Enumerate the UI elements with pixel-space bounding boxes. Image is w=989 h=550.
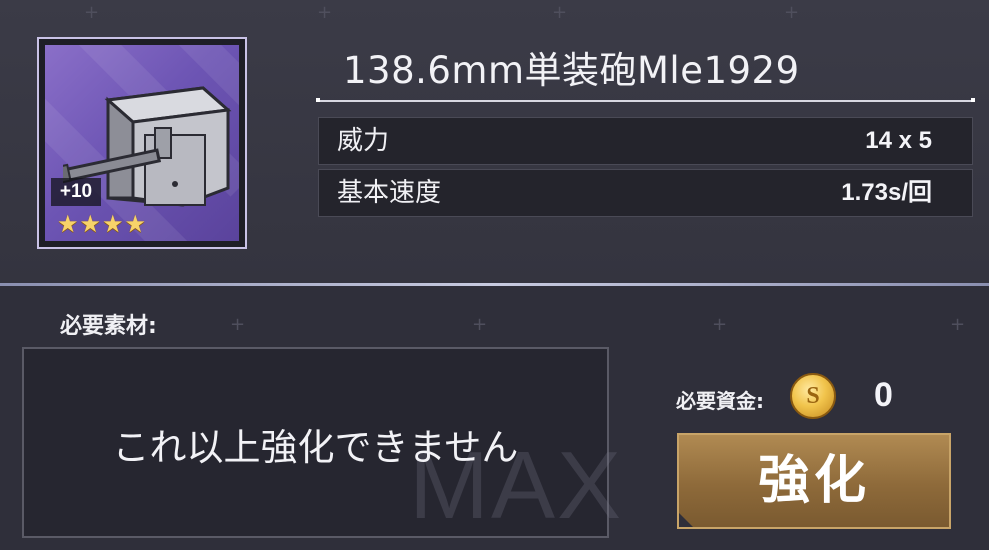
- funds-value: 0: [874, 376, 893, 414]
- stat-label: 威力: [337, 126, 390, 156]
- gold-coin-icon: S: [790, 373, 836, 419]
- equipment-name: 138.6mm単装砲Mle1929: [343, 49, 800, 92]
- decor-plus-icon: +: [552, 2, 568, 23]
- decor-plus-icon: +: [472, 314, 488, 335]
- stat-value: 1.73s/回: [841, 179, 932, 206]
- decor-plus-icon: +: [950, 314, 966, 335]
- star-icon: ★: [57, 210, 79, 238]
- title-underline: [316, 98, 975, 102]
- star-icon: ★: [124, 210, 147, 238]
- materials-label: 必要素材:: [60, 314, 157, 339]
- stat-row-power: 威力 14 x 5: [318, 117, 973, 165]
- decor-plus-icon: +: [230, 314, 246, 335]
- enhance-button-label: 強化: [757, 451, 870, 511]
- funds-label: 必要資金:: [676, 389, 764, 413]
- decor-plus-icon: +: [784, 2, 800, 23]
- materials-box: MAX これ以上強化できません: [22, 347, 621, 539]
- stat-label: 基本速度: [337, 178, 442, 208]
- rarity-stars: ★ ★ ★ ★: [57, 211, 146, 237]
- equipment-rarity-frame: +10 ★ ★ ★ ★: [45, 45, 239, 241]
- decor-plus-icon: +: [712, 314, 728, 335]
- enhance-level-badge: +10: [51, 178, 101, 206]
- enhance-button[interactable]: 強化: [677, 433, 951, 529]
- equipment-card[interactable]: +10 ★ ★ ★ ★: [37, 37, 247, 249]
- decor-plus-icon: +: [84, 2, 100, 23]
- decor-plus-icon: +: [317, 2, 333, 23]
- star-icon: ★: [79, 210, 102, 238]
- stat-value: 14 x 5: [865, 127, 932, 154]
- max-level-message: これ以上強化できません: [112, 426, 519, 469]
- star-icon: ★: [102, 210, 124, 238]
- stat-row-speed: 基本速度 1.73s/回: [318, 169, 973, 217]
